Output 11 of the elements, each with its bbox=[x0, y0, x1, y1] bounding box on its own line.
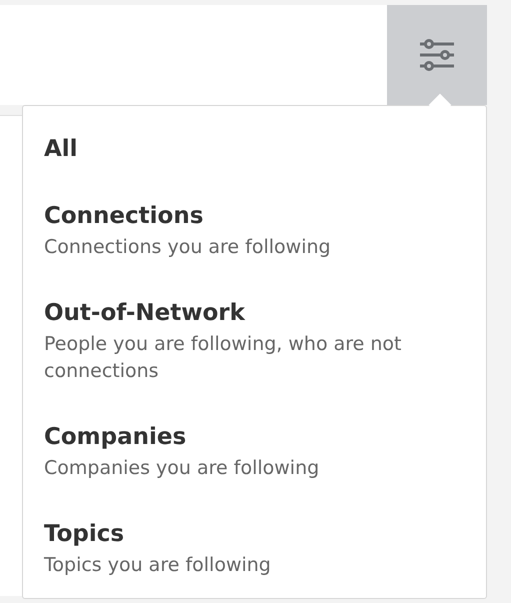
menu-item-description: People you are following, who are not connections bbox=[44, 332, 403, 384]
menu-item-description: Companies you are following bbox=[44, 456, 320, 481]
menu-item[interactable]: Topics bbox=[44, 519, 466, 549]
filter-button[interactable] bbox=[387, 5, 487, 105]
menu-item[interactable]: Connections bbox=[44, 201, 466, 231]
menu-item[interactable]: Companies bbox=[44, 422, 466, 452]
menu-item[interactable]: All bbox=[44, 134, 466, 164]
menu-item-description: Connections you are following bbox=[44, 235, 332, 260]
menu-item[interactable]: Out-of-Network bbox=[44, 298, 466, 328]
menu-item-description: Topics you are following bbox=[44, 553, 272, 578]
sliders-icon bbox=[419, 39, 455, 71]
